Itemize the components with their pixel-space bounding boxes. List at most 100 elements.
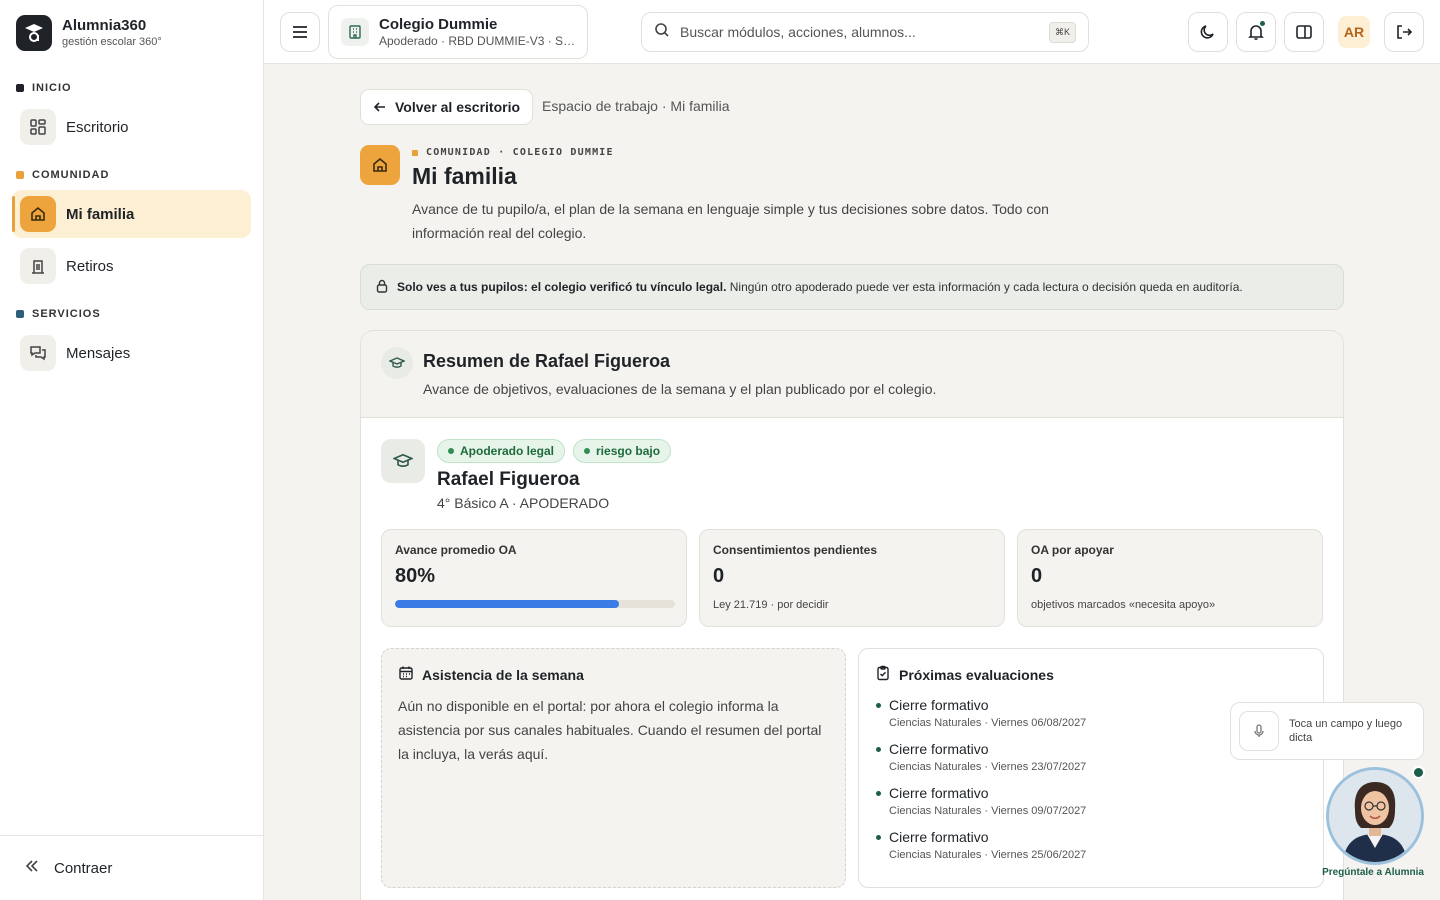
evaluation-name: Cierre formativo bbox=[889, 829, 989, 845]
evaluations-title: Próximas evaluaciones bbox=[875, 665, 1307, 684]
dictation-hint: Toca un campo y luego dicta bbox=[1230, 702, 1424, 760]
sidebar-item-label: Mensajes bbox=[66, 344, 131, 362]
back-to-desktop-button[interactable]: Volver al escritorio bbox=[360, 89, 534, 125]
arrow-left-icon bbox=[373, 102, 385, 112]
metric-oa-por-apoyar: OA por apoyar 0 objetivos marcados «nece… bbox=[1017, 529, 1323, 627]
page-eyebrow: COMUNIDAD · COLEGIO DUMMIE bbox=[412, 147, 614, 158]
microphone-button[interactable] bbox=[1239, 711, 1279, 751]
attendance-panel: Asistencia de la semana Aún no disponibl… bbox=[381, 648, 846, 888]
school-selector[interactable]: Colegio Dummie Apoderado · RBD DUMMIE-V3… bbox=[328, 5, 588, 59]
grid-icon bbox=[20, 109, 56, 145]
notification-dot bbox=[1259, 20, 1266, 27]
card-subtitle: Avance de objetivos, evaluaciones de la … bbox=[423, 381, 937, 397]
home-icon bbox=[20, 196, 56, 232]
student-badges: Apoderado legal riesgo bajo bbox=[437, 439, 672, 463]
privacy-notice: Solo ves a tus pupilos: el colegio verif… bbox=[360, 264, 1344, 310]
search-shortcut: ⌘K bbox=[1048, 22, 1076, 43]
brand-tagline: gestión escolar 360° bbox=[62, 36, 162, 48]
sidebar-item-label: Retiros bbox=[66, 257, 114, 275]
sidebar-item-escritorio[interactable]: Escritorio bbox=[12, 103, 251, 151]
metric-label: OA por apoyar bbox=[1031, 543, 1114, 557]
student-grade: 4° Básico A · APODERADO bbox=[437, 495, 610, 511]
chat-icon bbox=[20, 335, 56, 371]
assistant-online-dot bbox=[1412, 766, 1425, 779]
search-icon bbox=[654, 22, 670, 43]
page-description: Avance de tu pupilo/a, el plan de la sem… bbox=[412, 201, 1049, 241]
page-title: Mi familia bbox=[412, 163, 517, 189]
evaluation-name: Cierre formativo bbox=[889, 785, 989, 801]
status-badge: Apoderado legal bbox=[437, 439, 566, 463]
metric-value: 0 bbox=[713, 565, 725, 587]
hamburger-icon bbox=[293, 26, 307, 38]
card-header: Resumen de Rafael Figueroa Avance de obj… bbox=[361, 331, 1343, 418]
avatar[interactable]: AR bbox=[1338, 16, 1370, 48]
home-icon bbox=[360, 145, 400, 185]
lock-icon bbox=[375, 279, 389, 296]
clipboard-check-icon bbox=[875, 665, 891, 684]
assistant-label: Pregúntale a Alumnia bbox=[1322, 867, 1424, 878]
sidebar-item-mi-familia[interactable]: Mi familia bbox=[12, 190, 251, 238]
sidebar-item-retiros[interactable]: Retiros bbox=[12, 242, 251, 290]
school-name: Colegio Dummie bbox=[379, 15, 498, 33]
search-input[interactable] bbox=[680, 24, 1040, 40]
student-name: Rafael Figueroa bbox=[437, 469, 580, 490]
topbar: Colegio Dummie Apoderado · RBD DUMMIE-V3… bbox=[264, 0, 1440, 64]
eyebrow-dot bbox=[412, 149, 418, 156]
assistant-portrait-icon bbox=[1329, 770, 1421, 862]
metric-note: objetivos marcados «necesita apoyo» bbox=[1031, 599, 1216, 611]
list-item[interactable]: Cierre formativo Ciencias Naturales · Vi… bbox=[875, 784, 1307, 819]
logout-icon bbox=[1397, 25, 1413, 39]
brand-logo-icon bbox=[16, 15, 52, 51]
progress-bar bbox=[395, 600, 675, 608]
brand[interactable]: Alumnia360 gestión escolar 360° bbox=[16, 15, 162, 51]
metric-label: Avance promedio OA bbox=[395, 543, 517, 557]
evaluation-meta: Ciencias Naturales · Viernes 23/07/2027 bbox=[889, 761, 1087, 773]
assistant-avatar-button[interactable] bbox=[1326, 767, 1424, 865]
graduation-cap-icon bbox=[381, 347, 413, 379]
notice-text: Ningún otro apoderado puede ver esta inf… bbox=[726, 280, 1243, 294]
notice-bold: Solo ves a tus pupilos: el colegio verif… bbox=[397, 280, 727, 294]
metric-avance-oa: Avance promedio OA 80% bbox=[381, 529, 687, 627]
card-title: Resumen de Rafael Figueroa bbox=[423, 351, 671, 371]
calendar-icon bbox=[398, 665, 414, 684]
breadcrumb: Espacio de trabajo · Mi familia bbox=[542, 98, 730, 114]
menu-button[interactable] bbox=[280, 12, 320, 52]
section-label-comunidad: COMUNIDAD bbox=[16, 169, 109, 181]
metric-value: 80% bbox=[395, 565, 436, 587]
section-label-servicios: SERVICIOS bbox=[16, 308, 101, 320]
building-icon bbox=[20, 248, 56, 284]
sidebar-panel-icon bbox=[1296, 25, 1312, 39]
search-bar[interactable]: ⌘K bbox=[641, 12, 1089, 52]
logout-button[interactable] bbox=[1384, 12, 1424, 52]
chevrons-left-icon bbox=[24, 858, 40, 878]
theme-toggle-button[interactable] bbox=[1188, 12, 1228, 52]
section-dot bbox=[16, 84, 24, 92]
student-graduation-cap-icon bbox=[381, 439, 425, 483]
sidebar-item-label: Escritorio bbox=[66, 118, 129, 136]
evaluation-meta: Ciencias Naturales · Viernes 25/06/2027 bbox=[889, 849, 1087, 861]
metric-value: 0 bbox=[1031, 565, 1043, 587]
section-label-inicio: INICIO bbox=[16, 82, 72, 94]
brand-name: Alumnia360 bbox=[62, 17, 147, 34]
back-label: Volver al escritorio bbox=[395, 99, 521, 115]
notifications-button[interactable] bbox=[1236, 12, 1276, 52]
metric-consentimientos: Consentimientos pendientes 0 Ley 21.719 … bbox=[699, 529, 1005, 627]
list-item[interactable]: Cierre formativo Ciencias Naturales · Vi… bbox=[875, 828, 1307, 863]
sidebar-item-mensajes[interactable]: Mensajes bbox=[12, 329, 251, 377]
evaluations-panel: Próximas evaluaciones Cierre formativo C… bbox=[858, 648, 1324, 888]
microphone-icon bbox=[1254, 724, 1264, 737]
collapse-sidebar-button[interactable]: Contraer bbox=[0, 835, 263, 900]
metric-label: Consentimientos pendientes bbox=[713, 543, 878, 557]
school-subtitle: Apoderado · RBD DUMMIE-V3 · Santiago bbox=[379, 33, 579, 48]
panel-toggle-button[interactable] bbox=[1284, 12, 1324, 52]
sidebar-item-label: Mi familia bbox=[66, 205, 135, 223]
metric-note: Ley 21.719 · por decidir bbox=[713, 599, 829, 611]
status-badge: riesgo bajo bbox=[573, 439, 672, 463]
progress-fill bbox=[395, 600, 619, 608]
collapse-label: Contraer bbox=[54, 859, 113, 877]
attendance-text: Aún no disponible en el portal: por ahor… bbox=[398, 698, 822, 762]
sidebar: Alumnia360 gestión escolar 360° INICIO E… bbox=[0, 0, 264, 900]
section-dot bbox=[16, 171, 24, 179]
student-summary-card: Resumen de Rafael Figueroa Avance de obj… bbox=[360, 330, 1344, 900]
dictation-text: Toca un campo y luego dicta bbox=[1289, 718, 1403, 744]
